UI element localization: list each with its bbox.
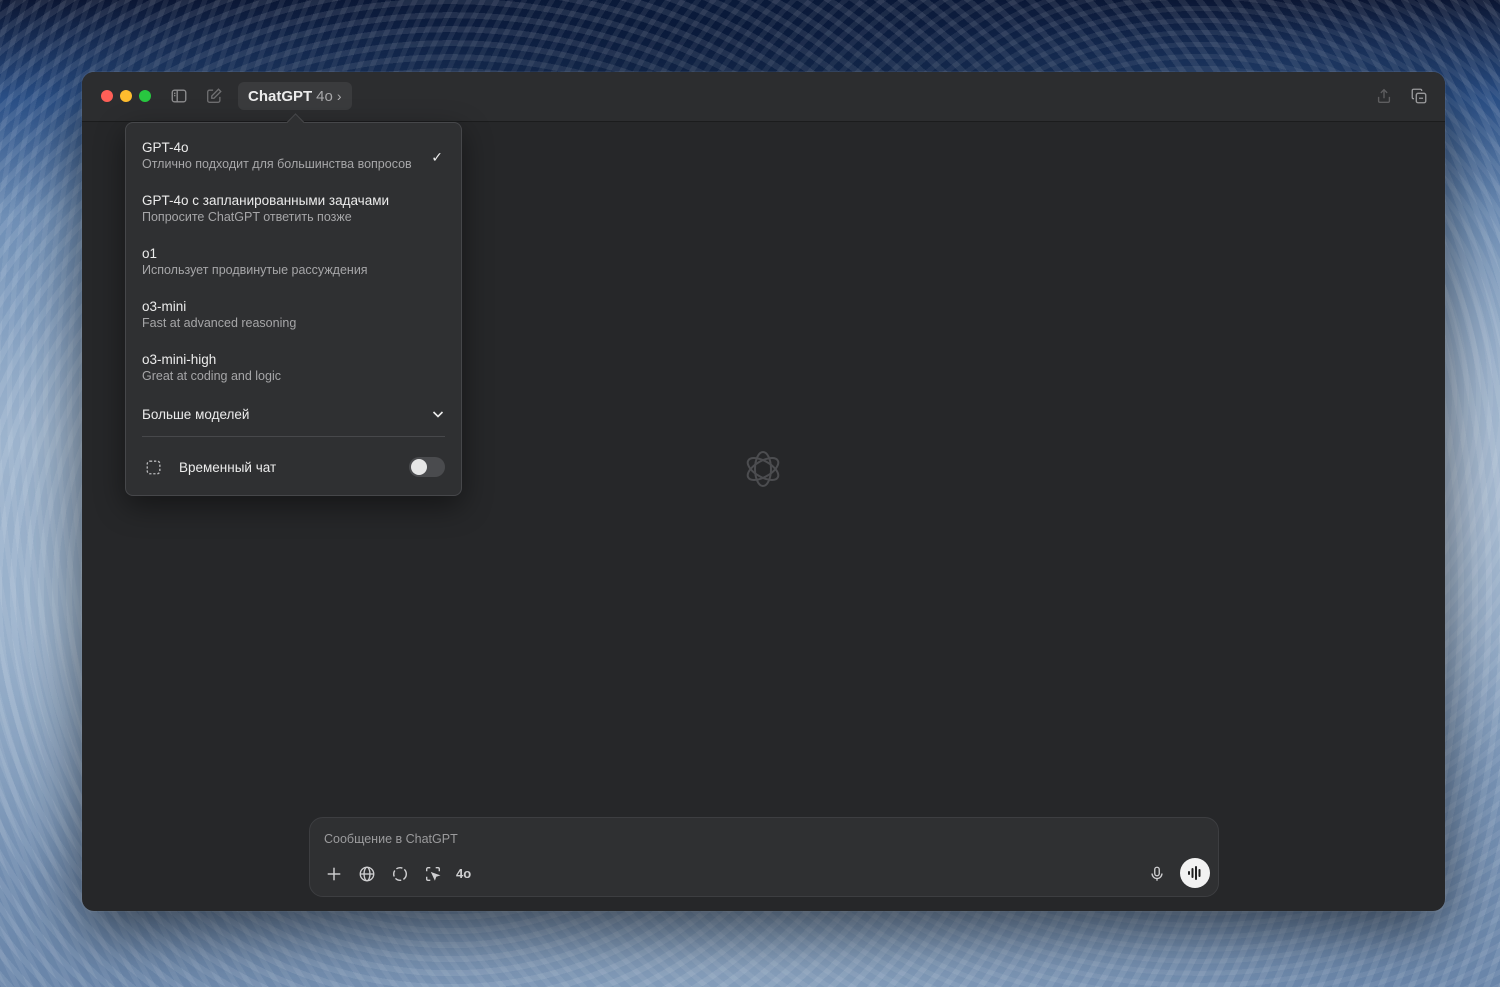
model-option-o3-mini[interactable]: o3-mini Fast at advanced reasoning [142, 298, 445, 342]
screen-select-icon[interactable] [422, 863, 444, 885]
model-option-title: o1 [142, 246, 158, 261]
menu-divider [142, 436, 445, 437]
model-option-o3-mini-high[interactable]: o3-mini-high Great at coding and logic [142, 351, 445, 395]
model-option-o1[interactable]: o1 Использует продвинутые рассуждения [142, 245, 445, 289]
openai-logo-icon [739, 445, 787, 493]
minimize-window-button[interactable] [120, 90, 132, 102]
composer-model-tag[interactable]: 4o [456, 866, 471, 881]
model-option-desc: Great at coding and logic [142, 369, 281, 383]
model-option-title: GPT-4o с запланированными задачами [142, 193, 390, 208]
close-window-button[interactable] [101, 90, 113, 102]
more-models-label: Больше моделей [142, 406, 250, 422]
temporary-chat-icon [145, 457, 165, 477]
temporary-chat-label: Временный чат [179, 459, 277, 475]
model-option-desc: Fast at advanced reasoning [142, 316, 297, 330]
more-models-button[interactable]: Больше моделей [142, 403, 445, 425]
title-bar: ChatGPT 4o › [82, 72, 1445, 122]
circle-dashed-icon[interactable] [389, 863, 411, 885]
model-version: 4o [316, 87, 333, 105]
microphone-icon[interactable] [1146, 863, 1168, 885]
model-option-title: o3-mini [142, 299, 187, 314]
chatgpt-window: ChatGPT 4o › GPT-4o Отлично подходит для… [82, 72, 1445, 911]
model-option-gpt-4o[interactable]: GPT-4o Отлично подходит для большинства … [142, 139, 445, 183]
voice-waveform-icon [1188, 866, 1201, 880]
model-option-desc: Отлично подходит для большинства вопросо… [142, 157, 412, 171]
model-selector-button[interactable]: ChatGPT 4o › [238, 82, 352, 110]
model-option-desc: Использует продвинутые рассуждения [142, 263, 368, 277]
plus-icon[interactable] [323, 863, 345, 885]
sidebar-toggle-icon[interactable] [169, 86, 189, 106]
chevron-right-icon: › [336, 88, 342, 104]
share-icon[interactable] [1374, 86, 1394, 106]
model-option-desc: Попросите ChatGPT ответить позже [142, 210, 352, 224]
app-name: ChatGPT [248, 87, 313, 105]
temporary-chat-row[interactable]: Временный чат [142, 455, 445, 479]
toggle-knob [411, 459, 427, 475]
checkmark-icon: ✓ [431, 149, 443, 165]
voice-mode-button[interactable] [1180, 858, 1210, 888]
chevron-down-icon [431, 407, 445, 421]
message-composer[interactable]: Сообщение в ChatGPT 4o [309, 817, 1219, 897]
model-option-title: GPT-4o [142, 140, 189, 155]
zoom-window-button[interactable] [139, 90, 151, 102]
new-window-icon[interactable] [1409, 86, 1429, 106]
globe-icon[interactable] [356, 863, 378, 885]
compose-icon[interactable] [204, 86, 224, 106]
message-input[interactable]: Сообщение в ChatGPT [324, 832, 458, 846]
temporary-chat-toggle[interactable] [409, 457, 445, 477]
model-option-title: o3-mini-high [142, 352, 217, 367]
model-option-gpt-4o-tasks[interactable]: GPT-4o с запланированными задачами Попро… [142, 192, 445, 236]
model-dropdown-menu: GPT-4o Отлично подходит для большинства … [125, 122, 462, 496]
